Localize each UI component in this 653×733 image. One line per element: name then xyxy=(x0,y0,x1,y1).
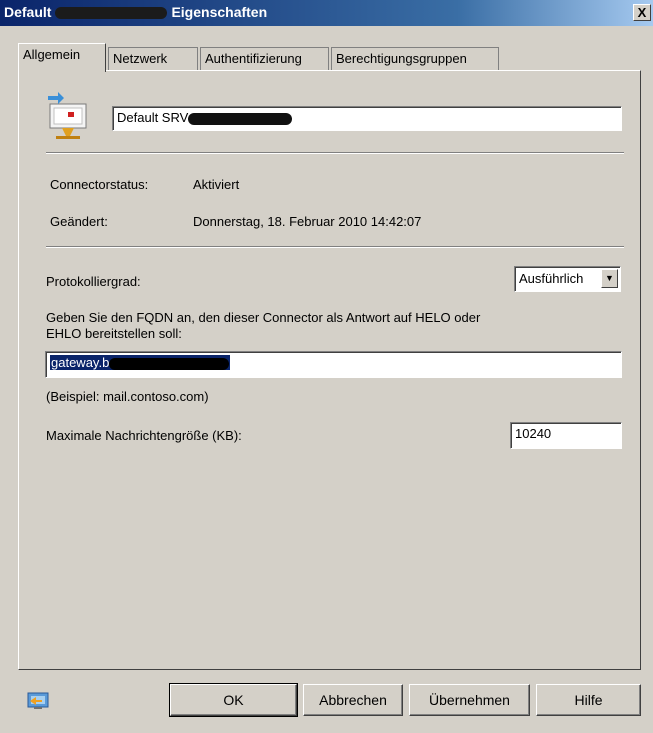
fqdn-value: gateway.b xyxy=(51,355,110,370)
close-button[interactable]: X xyxy=(633,4,651,21)
tab-berechtigungsgruppen[interactable]: Berechtigungsgruppen xyxy=(331,47,499,71)
tab-allgemein[interactable]: Allgemein xyxy=(18,43,106,72)
ok-button[interactable]: OK xyxy=(169,683,298,717)
title-bar: Default Eigenschaften X xyxy=(0,0,653,26)
changed-label: Geändert: xyxy=(50,214,108,229)
apply-button[interactable]: Übernehmen xyxy=(409,684,530,716)
redacted-name xyxy=(55,7,168,20)
fqdn-field[interactable]: gateway.b xyxy=(45,351,622,378)
connector-name-value: Default SRV xyxy=(117,110,189,125)
fqdn-prompt-line1: Geben Sie den FQDN an, den dieser Connec… xyxy=(46,310,481,325)
window-title: Default Eigenschaften xyxy=(4,4,267,20)
separator xyxy=(46,246,624,248)
max-size-value: 10240 xyxy=(515,426,552,441)
receive-connector-icon xyxy=(48,92,87,139)
log-level-label: Protokolliergrad: xyxy=(46,274,141,289)
tab-allgemein-label: Allgemein xyxy=(23,47,81,62)
ok-button-label: OK xyxy=(223,692,244,708)
log-level-dropdown[interactable]: Ausführlich ▼ xyxy=(514,266,621,292)
fqdn-prompt-line2: EHLO bereitstellen soll: xyxy=(46,326,182,341)
log-level-value: Ausführlich xyxy=(519,271,584,286)
tab-netzwerk-label: Netzwerk xyxy=(113,51,168,66)
window-title-suffix: Eigenschaften xyxy=(171,4,268,20)
window-title-prefix: Default xyxy=(4,4,52,20)
chevron-down-icon[interactable]: ▼ xyxy=(601,269,618,288)
connector-status-value: Aktiviert xyxy=(193,177,240,192)
tab-netzwerk[interactable]: Netzwerk xyxy=(108,47,198,71)
tab-berechtigungsgruppen-label: Berechtigungsgruppen xyxy=(336,51,467,66)
fqdn-selected-text: gateway.b xyxy=(50,355,231,370)
max-size-field[interactable]: 10240 xyxy=(510,422,622,449)
cancel-button[interactable]: Abbrechen xyxy=(303,684,403,716)
fqdn-example: (Beispiel: mail.contoso.com) xyxy=(46,389,209,404)
cancel-button-label: Abbrechen xyxy=(319,692,387,708)
help-button-label: Hilfe xyxy=(574,692,603,708)
tab-authentifizierung[interactable]: Authentifizierung xyxy=(200,47,329,71)
help-button[interactable]: Hilfe xyxy=(536,684,641,716)
redacted-domain xyxy=(109,357,230,370)
tab-authentifizierung-label: Authentifizierung xyxy=(205,51,302,66)
changed-value: Donnerstag, 18. Februar 2010 14:42:07 xyxy=(193,214,422,229)
help-monitor-icon[interactable] xyxy=(27,692,49,710)
apply-button-label: Übernehmen xyxy=(429,692,510,708)
connector-name-field[interactable]: Default SRV xyxy=(112,106,622,131)
max-size-label: Maximale Nachrichtengröße (KB): xyxy=(46,428,242,443)
redacted-name xyxy=(188,112,293,125)
separator xyxy=(46,152,624,154)
connector-status-label: Connectorstatus: xyxy=(50,177,149,192)
